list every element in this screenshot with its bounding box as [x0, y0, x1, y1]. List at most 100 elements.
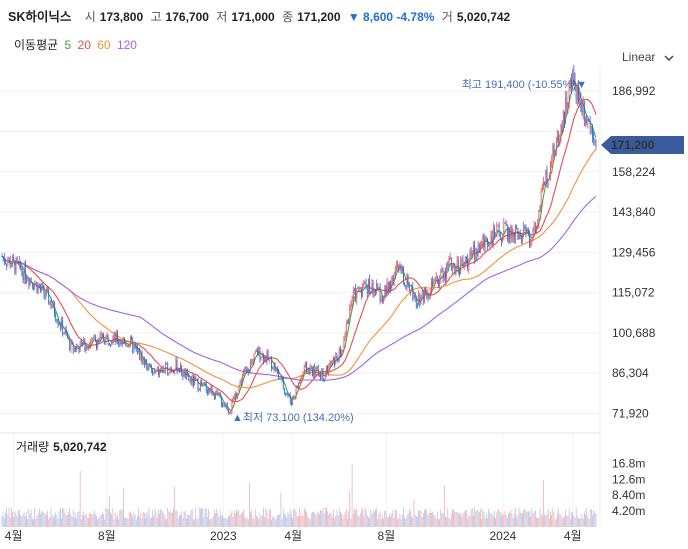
candle-body: [379, 287, 381, 302]
candle-body: [103, 335, 104, 341]
candle-body: [76, 346, 78, 351]
candle-body: [71, 340, 73, 344]
candle-body: [207, 390, 208, 394]
volume-bar: [69, 508, 71, 527]
candle-body: [410, 290, 411, 292]
volume-bar: [419, 510, 421, 527]
volume-bar: [576, 515, 578, 527]
volume-bar: [92, 514, 94, 527]
volume-bar: [573, 515, 575, 527]
candle-body: [580, 93, 582, 110]
volume-bar: [78, 511, 80, 527]
candle-body: [310, 367, 312, 370]
volume-bar: [104, 519, 106, 527]
volume-bar: [439, 518, 440, 527]
candle-body: [366, 286, 368, 294]
volume-bar: [82, 514, 83, 527]
candle-body: [253, 353, 255, 364]
volume-bar: [284, 513, 285, 527]
volume-bar: [67, 514, 68, 527]
volume-bar: [237, 511, 239, 527]
volume-bar: [580, 518, 582, 527]
volume-bar: [193, 519, 194, 527]
candle-body: [135, 346, 137, 349]
candle-body: [287, 394, 289, 396]
volume-bar: [411, 516, 412, 527]
candle-body: [474, 245, 475, 261]
candle-body: [441, 268, 443, 272]
candle-body: [393, 274, 395, 284]
candle-body: [194, 377, 195, 386]
candle-body: [296, 386, 298, 389]
candle-body: [331, 360, 333, 365]
volume-bar: [373, 511, 375, 527]
volume-bar: [278, 515, 279, 527]
candle-body: [405, 286, 407, 287]
volume-panel-value: 5,020,742: [53, 440, 107, 454]
candle-body: [309, 367, 311, 374]
volume-bar: [230, 513, 232, 527]
volume-bar: [428, 512, 430, 527]
candle-body: [377, 283, 379, 289]
candle-body: [264, 355, 265, 362]
candle-body: [480, 244, 481, 252]
volume-bar: [452, 508, 453, 527]
candle-body: [223, 404, 225, 406]
candle-body: [155, 369, 157, 372]
candle-body: [495, 235, 496, 237]
volume-bar: [317, 511, 319, 527]
candle-body: [183, 370, 185, 377]
volume-bar: [280, 492, 282, 527]
candle-body: [114, 334, 116, 343]
candle-body: [595, 140, 597, 144]
current-price-marker: 171,200: [601, 136, 684, 154]
volume-bar: [475, 511, 477, 527]
volume-bar: [561, 517, 563, 527]
volume-bar: [256, 516, 257, 527]
candle-body: [2, 256, 4, 258]
candle-body: [504, 222, 506, 224]
volume-bar: [492, 516, 494, 527]
candle-body: [75, 347, 76, 351]
volume-bar: [517, 514, 519, 527]
candle-body: [565, 98, 567, 123]
candle-body: [56, 320, 58, 323]
candle-body: [356, 288, 358, 301]
candle-body: [189, 379, 191, 381]
volume-bar: [323, 513, 325, 527]
candle-body: [121, 343, 123, 345]
volume-bar: [279, 514, 281, 527]
candle-body: [138, 350, 139, 352]
volume-bar: [379, 511, 381, 527]
candle-body: [482, 235, 484, 244]
volume-bar: [377, 518, 379, 527]
candle-body: [54, 302, 55, 316]
volume-bar: [512, 517, 514, 527]
volume-bar: [137, 516, 138, 527]
volume-bar: [499, 512, 501, 527]
candle-body: [259, 347, 261, 359]
candle-body: [95, 337, 96, 342]
price-chart[interactable]: 186,992 158,224 143,840 129,456 115,072 100,6…: [0, 0, 688, 549]
volume-bar: [181, 511, 183, 527]
volume-bar: [333, 509, 334, 527]
volume-bar: [113, 519, 115, 527]
candle-body: [226, 404, 228, 411]
candle-body: [404, 282, 405, 287]
candle-body: [180, 365, 181, 373]
candle-body: [284, 388, 285, 394]
volume-bar: [527, 511, 529, 527]
candle-body: [197, 378, 199, 390]
candle-body: [413, 295, 415, 298]
volume-bar: [38, 508, 40, 527]
volume-bar: [13, 516, 15, 527]
volume-bar: [173, 507, 174, 527]
volume-bar: [20, 515, 22, 527]
candle-body: [498, 226, 500, 233]
candle-body: [526, 228, 528, 234]
candle-body: [343, 339, 345, 352]
volume-bar: [548, 518, 550, 527]
volume-bar: [151, 517, 152, 527]
candle-body: [209, 388, 211, 392]
candle-body: [289, 394, 291, 402]
